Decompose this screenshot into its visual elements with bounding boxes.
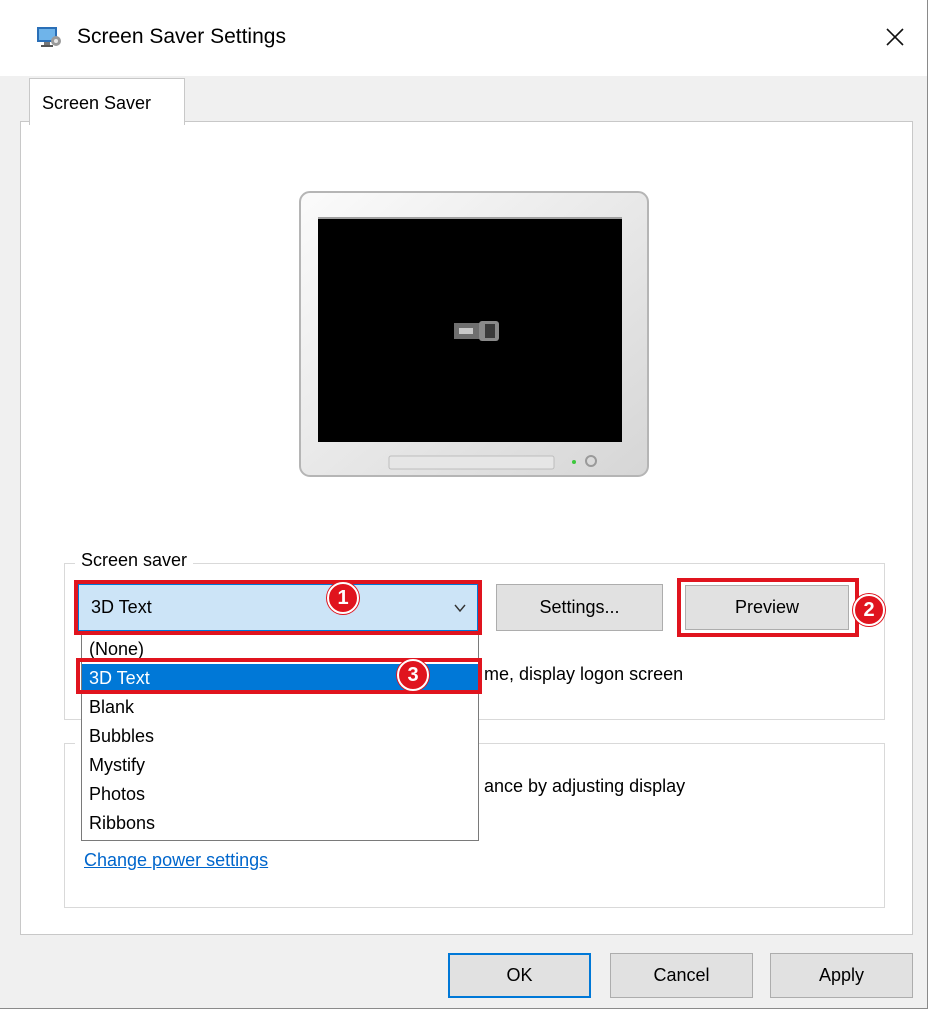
logon-screen-checkbox-label: me, display logon screen (484, 664, 684, 684)
list-item[interactable]: Mystify (82, 751, 478, 780)
apply-button-label: Apply (818, 965, 865, 985)
option-label: Photos (89, 784, 146, 804)
list-item[interactable]: Photos (82, 780, 478, 809)
option-label: Bubbles (89, 726, 155, 746)
option-label: Blank (89, 697, 135, 717)
option-label: Mystify (89, 755, 145, 775)
screen-saver-settings-dialog: Screen Saver Settings Screen Saver Scree… (0, 0, 928, 1009)
close-icon (886, 28, 904, 46)
ok-button-label: OK (506, 965, 533, 985)
power-description-text: ance by adjusting display (484, 776, 686, 796)
title-bar: Screen Saver Settings (0, 0, 927, 76)
screen-saver-group-title: Screen saver (75, 550, 194, 571)
change-power-settings-link[interactable]: Change power settings (84, 850, 268, 871)
settings-button[interactable]: Settings... (496, 584, 663, 631)
annotation-highlight-combo (74, 580, 482, 635)
settings-button-label: Settings... (539, 597, 620, 617)
window-title: Screen Saver Settings (77, 25, 286, 48)
annotation-highlight-preview (677, 578, 859, 637)
annotation-badge-1: 1 (327, 582, 359, 614)
list-item[interactable]: Blank (82, 693, 478, 722)
cancel-button-label: Cancel (653, 965, 710, 985)
annotation-badge-2: 2 (853, 594, 885, 626)
monitor-preview-image (299, 191, 649, 477)
option-label: Ribbons (89, 813, 156, 833)
option-label: (None) (89, 639, 145, 659)
apply-button[interactable]: Apply (770, 953, 913, 998)
monitor-settings-icon (37, 27, 61, 47)
tab-screen-saver[interactable]: Screen Saver (29, 78, 185, 125)
list-item[interactable]: Bubbles (82, 722, 478, 751)
cancel-button[interactable]: Cancel (610, 953, 753, 998)
3d-text-preview-graphic (454, 321, 499, 341)
close-button[interactable] (870, 12, 920, 62)
list-item[interactable]: Ribbons (82, 809, 478, 838)
tab-label: Screen Saver (42, 93, 152, 113)
annotation-badge-3: 3 (397, 659, 429, 691)
ok-button[interactable]: OK (448, 953, 591, 998)
